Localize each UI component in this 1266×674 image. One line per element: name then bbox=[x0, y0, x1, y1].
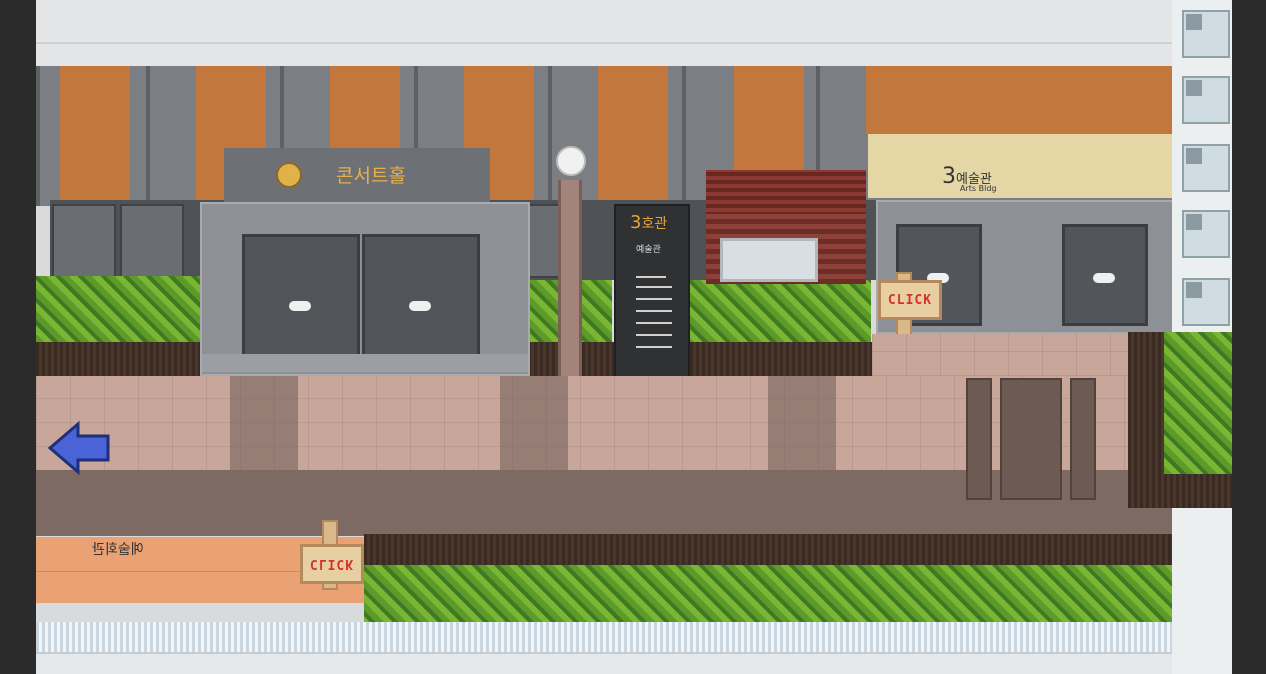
facade-panel bbox=[598, 66, 668, 200]
sign-line bbox=[636, 298, 672, 300]
concert-hall-sign: 콘서트홀 bbox=[224, 148, 490, 205]
building-3-sub: 예술관 bbox=[636, 245, 661, 255]
building-3-sign[interactable]: 3호관 예술관 bbox=[614, 204, 690, 380]
sign-line bbox=[636, 276, 666, 278]
bench[interactable] bbox=[966, 378, 992, 500]
building-3-number: 3 bbox=[630, 212, 642, 233]
soil-bed bbox=[1164, 474, 1232, 508]
facade-strip bbox=[548, 66, 552, 206]
left-arrow-icon[interactable] bbox=[48, 420, 112, 476]
pavement bbox=[872, 334, 1132, 376]
window bbox=[1182, 210, 1230, 258]
door-handle bbox=[1093, 273, 1115, 283]
sign-line bbox=[636, 334, 672, 336]
bench[interactable] bbox=[1070, 378, 1096, 500]
entrance-step bbox=[202, 354, 528, 372]
arts-building-top bbox=[866, 66, 1172, 134]
window-frame bbox=[1186, 148, 1202, 164]
kiosk-window bbox=[720, 238, 818, 282]
soil-bed bbox=[36, 342, 200, 376]
pavement-shadow bbox=[230, 376, 298, 471]
door-handle bbox=[289, 301, 311, 311]
pavement-shadow bbox=[500, 376, 568, 471]
facade-strip bbox=[146, 66, 150, 206]
plaza-edge bbox=[36, 603, 364, 622]
window bbox=[120, 204, 184, 278]
sign-line bbox=[636, 286, 672, 288]
concert-hall-entrance[interactable] bbox=[200, 202, 530, 376]
soil-wall bbox=[1128, 332, 1164, 508]
ground-base bbox=[36, 652, 1232, 674]
window bbox=[1182, 278, 1230, 326]
facade-panel bbox=[60, 66, 130, 200]
door[interactable] bbox=[362, 234, 480, 360]
arts-building-sign: 3예술관 Arts Bldg bbox=[868, 134, 1172, 198]
hedge bbox=[36, 276, 200, 342]
window-frame bbox=[1186, 80, 1202, 96]
facade-strip bbox=[682, 66, 686, 206]
window bbox=[1182, 10, 1230, 58]
click-sign[interactable]: CLICK bbox=[878, 280, 942, 320]
fence bbox=[36, 622, 1232, 652]
concert-hall-label: 콘서트홀 bbox=[336, 165, 406, 187]
sign-line bbox=[636, 310, 672, 312]
sign-line bbox=[636, 346, 672, 348]
building-3-title: 3호관 bbox=[630, 212, 667, 233]
top-wall-line bbox=[36, 42, 1172, 44]
window-frame bbox=[1186, 214, 1202, 230]
hedge bbox=[1164, 332, 1232, 474]
arts-building-number: 3 bbox=[942, 164, 956, 189]
door[interactable] bbox=[242, 234, 360, 360]
soil-bed bbox=[364, 534, 1232, 566]
game-scene: 콘서트홀 3호관 예술관 3예술관 Arts Bldg CLICK 예술회관 C… bbox=[36, 0, 1232, 674]
street-lamp-post bbox=[558, 180, 582, 378]
top-wall bbox=[36, 0, 1172, 67]
window-frame bbox=[1186, 282, 1202, 298]
window bbox=[1182, 76, 1230, 124]
university-emblem-icon bbox=[276, 162, 302, 188]
plaza-sign-label: 예술회관 bbox=[92, 542, 144, 558]
pavement-shadow bbox=[768, 376, 836, 471]
arts-building-sub: Arts Bldg bbox=[960, 184, 997, 193]
door-handle bbox=[409, 301, 431, 311]
click-sign[interactable]: CLICK bbox=[300, 544, 364, 584]
picnic-table[interactable] bbox=[1000, 378, 1062, 500]
facade-strip bbox=[36, 66, 40, 206]
kiosk-roof bbox=[706, 170, 866, 216]
sign-line bbox=[636, 322, 672, 324]
window bbox=[1182, 144, 1230, 192]
building-3-label: 호관 bbox=[641, 216, 668, 232]
door[interactable] bbox=[1062, 224, 1148, 326]
window bbox=[52, 204, 116, 278]
street-lamp-globe bbox=[556, 146, 586, 176]
hedge bbox=[686, 280, 871, 342]
window-frame bbox=[1186, 14, 1202, 30]
